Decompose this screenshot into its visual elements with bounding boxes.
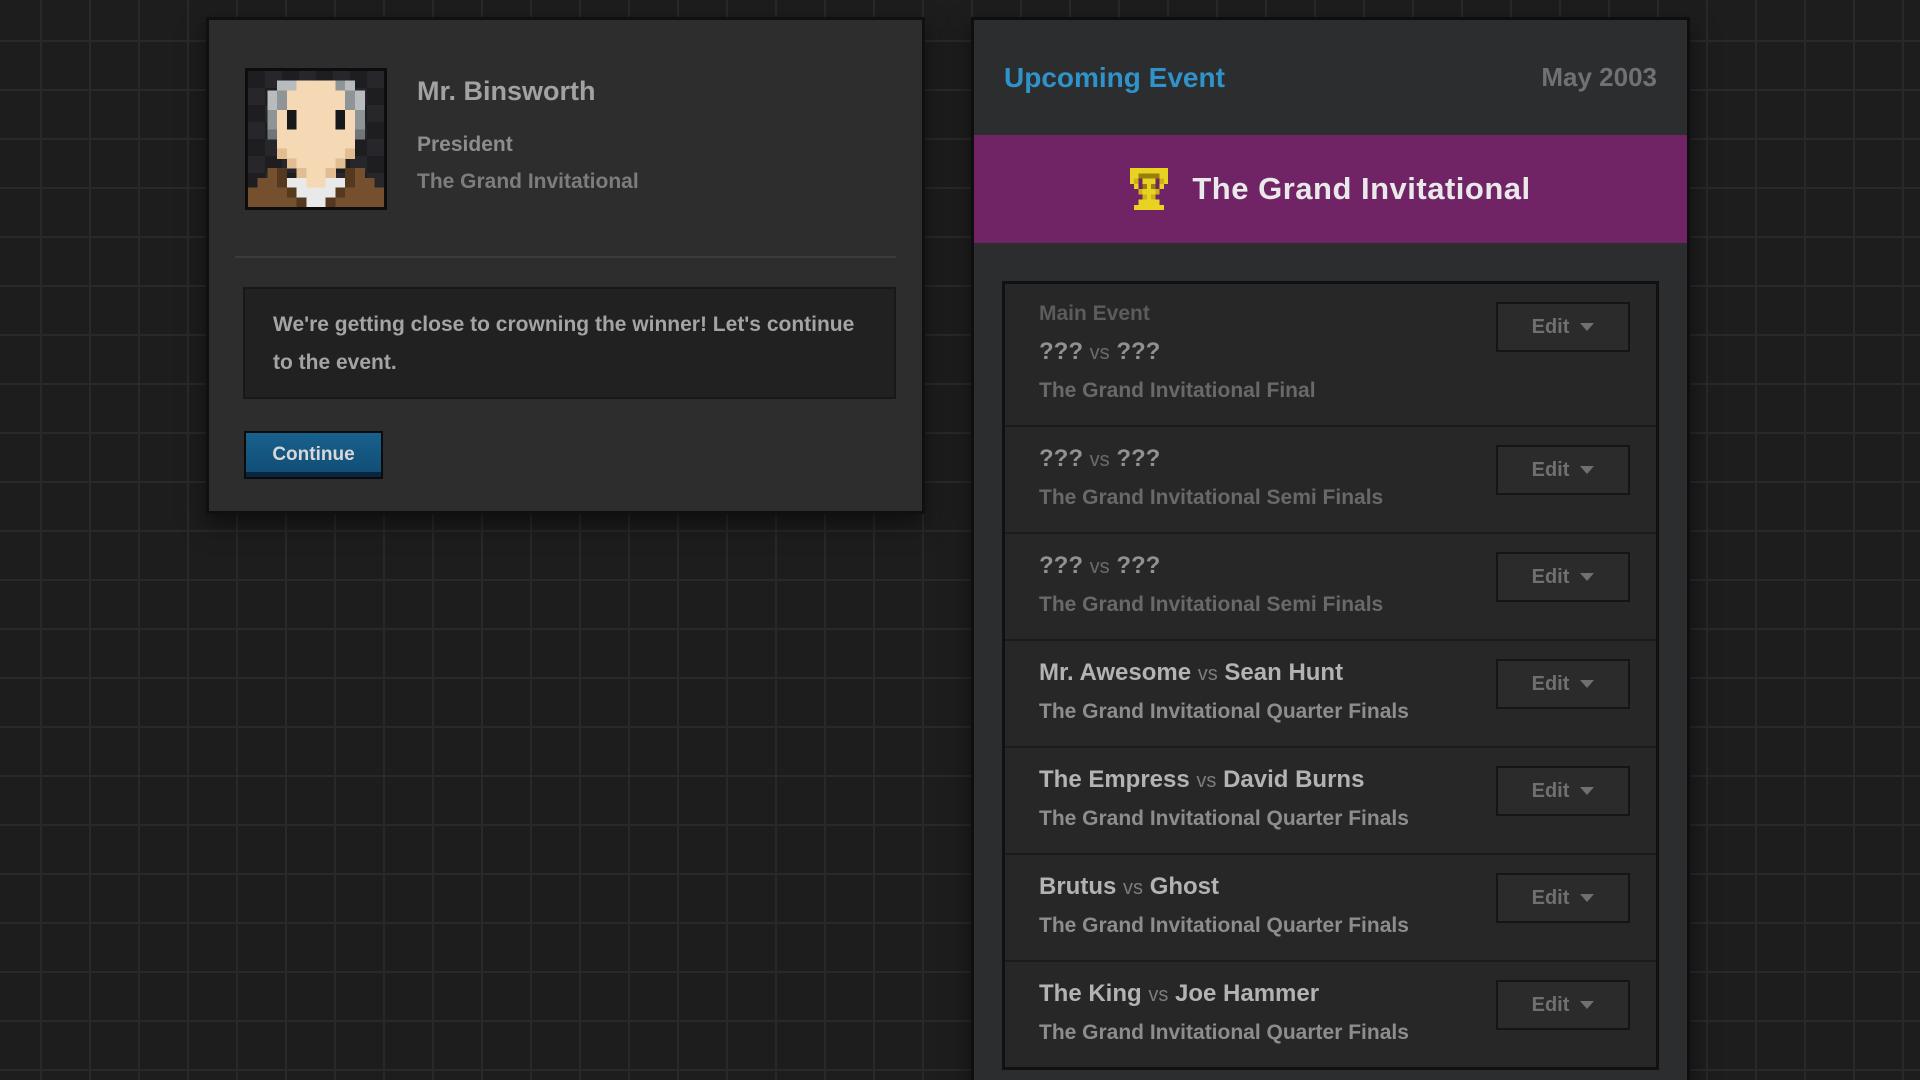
- match-row: ??? vs ??? The Grand Invitational Semi F…: [1005, 534, 1656, 641]
- chevron-down-icon: [1580, 680, 1595, 688]
- match-side-b: Ghost: [1149, 873, 1220, 900]
- match-side-b: Joe Hammer: [1175, 980, 1320, 1007]
- chevron-down-icon: [1580, 787, 1595, 795]
- match-side-a: The Empress: [1039, 766, 1190, 793]
- character-info: Mr. Binsworth President The Grand Invita…: [417, 76, 639, 194]
- match-subtitle: The Grand Invitational Final: [1039, 379, 1316, 402]
- character-name: Mr. Binsworth: [417, 76, 596, 106]
- match-row: The Empress vs David Burns The Grand Inv…: [1005, 748, 1656, 855]
- vs-label: vs: [1197, 663, 1218, 685]
- edit-button[interactable]: Edit: [1496, 659, 1630, 709]
- upcoming-event-panel: Upcoming Event May 2003 The Grand Invita…: [971, 17, 1690, 1080]
- edit-button[interactable]: Edit: [1496, 980, 1630, 1030]
- vs-label: vs: [1089, 556, 1110, 578]
- match-side-b: ???: [1116, 552, 1161, 579]
- game-background: { "colors": { "background": "#1d1d1e", "…: [0, 0, 1920, 1080]
- vs-label: vs: [1196, 770, 1217, 792]
- match-row: ??? vs ??? The Grand Invitational Semi F…: [1005, 427, 1656, 534]
- character-role: President: [417, 133, 513, 156]
- match-side-a: ???: [1039, 338, 1083, 365]
- character-avatar: [245, 68, 387, 210]
- match-side-a: ???: [1039, 552, 1083, 579]
- match-row: The King vs Joe Hammer The Grand Invitat…: [1005, 962, 1656, 1067]
- match-side-b: ???: [1116, 338, 1161, 365]
- panel-title: Upcoming Event: [1004, 61, 1225, 93]
- edit-button[interactable]: Edit: [1496, 873, 1630, 923]
- panel-header: Upcoming Event May 2003: [974, 20, 1687, 135]
- character-organization: The Grand Invitational: [417, 170, 639, 193]
- edit-button-label: Edit: [1531, 315, 1570, 338]
- vs-label: vs: [1089, 342, 1110, 364]
- character-dialog-card: Mr. Binsworth President The Grand Invita…: [206, 17, 925, 514]
- match-row: Main Event ??? vs ??? The Grand Invitati…: [1005, 284, 1656, 427]
- chevron-down-icon: [1580, 1001, 1595, 1009]
- edit-button-label: Edit: [1531, 779, 1570, 802]
- chevron-down-icon: [1580, 573, 1595, 581]
- vs-label: vs: [1123, 877, 1144, 899]
- card-divider: [235, 256, 896, 258]
- edit-button[interactable]: Edit: [1496, 445, 1630, 495]
- match-side-a: Mr. Awesome: [1039, 659, 1192, 686]
- match-side-b: Sean Hunt: [1224, 659, 1344, 686]
- match-row: Brutus vs Ghost The Grand Invitational Q…: [1005, 855, 1656, 962]
- edit-button-label: Edit: [1531, 886, 1570, 909]
- binsworth-pixel-portrait-icon: [248, 71, 384, 207]
- match-side-b: David Burns: [1223, 766, 1365, 793]
- continue-button[interactable]: Continue: [244, 431, 383, 479]
- match-side-b: ???: [1116, 445, 1161, 472]
- event-title: The Grand Invitational: [1192, 171, 1531, 206]
- match-row: Mr. Awesome vs Sean Hunt The Grand Invit…: [1005, 641, 1656, 748]
- edit-button-label: Edit: [1531, 565, 1570, 588]
- vs-label: vs: [1089, 449, 1110, 471]
- match-list: Main Event ??? vs ??? The Grand Invitati…: [1002, 281, 1659, 1070]
- chevron-down-icon: [1580, 323, 1595, 331]
- match-side-a: Brutus: [1039, 873, 1117, 900]
- edit-button[interactable]: Edit: [1496, 302, 1630, 352]
- event-banner: The Grand Invitational: [974, 135, 1687, 243]
- dialog-message: We're getting close to crowning the winn…: [273, 313, 855, 374]
- dialog-message-box: We're getting close to crowning the winn…: [243, 287, 896, 399]
- match-side-a: ???: [1039, 445, 1083, 472]
- chevron-down-icon: [1580, 466, 1595, 474]
- edit-button-label: Edit: [1531, 993, 1570, 1016]
- chevron-down-icon: [1580, 894, 1595, 902]
- vs-label: vs: [1148, 984, 1169, 1006]
- edit-button[interactable]: Edit: [1496, 766, 1630, 816]
- edit-button-label: Edit: [1531, 458, 1570, 481]
- edit-button[interactable]: Edit: [1496, 552, 1630, 602]
- event-date: May 2003: [1541, 62, 1657, 92]
- trophy-icon: [1130, 168, 1169, 210]
- edit-button-label: Edit: [1531, 672, 1570, 695]
- match-side-a: The King: [1039, 980, 1142, 1007]
